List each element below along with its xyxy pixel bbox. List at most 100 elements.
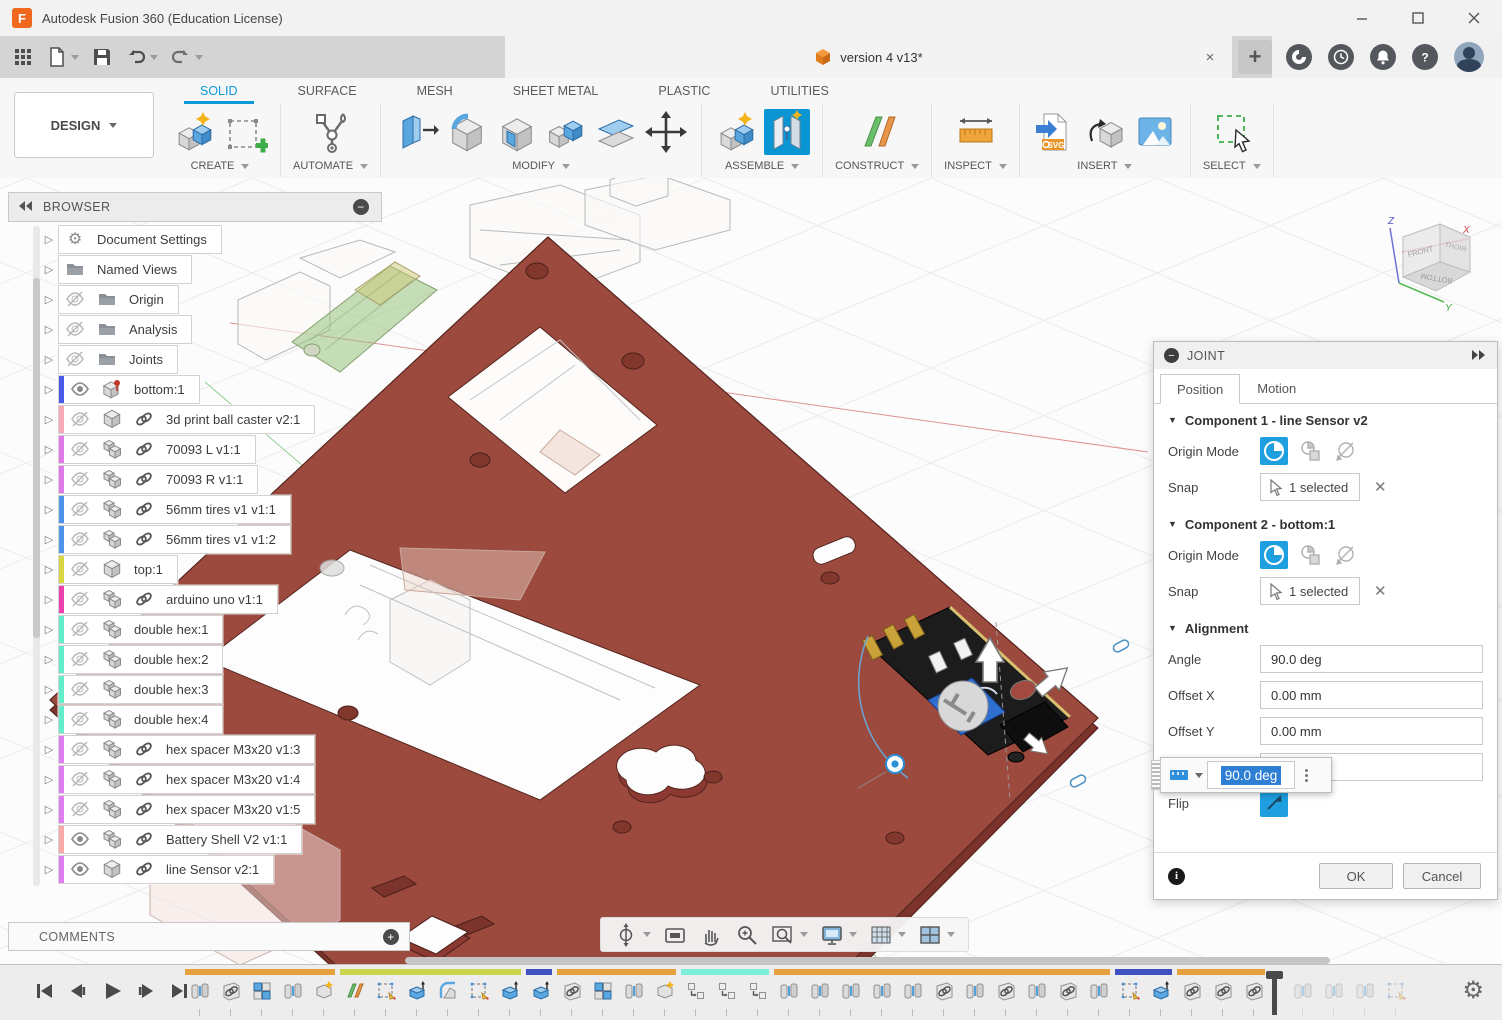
design-workspace-button[interactable]: DESIGN <box>14 92 154 158</box>
joint-feature-icon[interactable] <box>281 979 305 1003</box>
document-tab-close-icon[interactable]: × <box>1198 45 1222 69</box>
measure-button[interactable] <box>953 109 999 155</box>
link-feature-icon[interactable] <box>1242 979 1266 1003</box>
timeline-feature-newcomp[interactable] <box>650 965 681 1020</box>
browser-item-label[interactable]: hex spacer M3x20 v1:5 <box>160 802 300 817</box>
browser-item-analysis[interactable]: ▷ Analysis <box>40 314 192 344</box>
viewport[interactable]: FRONT RIGHT BOTTOM Z X Y BROWSER − ▷⚙Doc… <box>0 178 1502 965</box>
timeline-feature-joint[interactable] <box>774 965 805 1020</box>
link-feature-icon[interactable] <box>994 979 1018 1003</box>
browser-item-line-sensor-v2-1[interactable]: ▷line Sensor v2:1 <box>40 854 274 884</box>
browser-item-label[interactable]: 70093 L v1:1 <box>160 442 241 457</box>
visibility-eye-icon[interactable] <box>59 349 91 369</box>
press-pull-button[interactable] <box>393 109 439 155</box>
browser-item-label[interactable]: hex spacer M3x20 v1:4 <box>160 772 300 787</box>
browser-item-label[interactable]: double hex:3 <box>128 682 208 697</box>
expand-arrow-icon[interactable]: ▷ <box>40 593 58 606</box>
newcomp-feature-icon[interactable] <box>312 979 336 1003</box>
browser-item-label[interactable]: top:1 <box>128 562 163 577</box>
timeline-future-feature-joint[interactable] <box>1319 965 1350 1020</box>
create-sketch-button[interactable] <box>222 109 268 155</box>
timeline-feature-joint[interactable] <box>805 965 836 1020</box>
link-feature-icon[interactable] <box>1211 979 1235 1003</box>
joint-tab-position[interactable]: Position <box>1160 374 1240 404</box>
angle-input[interactable]: 90.0 deg <box>1260 645 1483 673</box>
section-collapse-icon[interactable]: ▼ <box>1168 415 1177 425</box>
joint-feature-icon[interactable] <box>1087 979 1111 1003</box>
add-comment-icon[interactable]: + <box>383 929 399 945</box>
insert-svg-button[interactable]: SVG <box>1032 109 1078 155</box>
new-component-button[interactable] <box>714 109 760 155</box>
browser-item-label[interactable]: 56mm tires v1 v1:1 <box>160 502 276 517</box>
expand-arrow-icon[interactable]: ▷ <box>40 563 58 576</box>
pattern-feature-icon[interactable] <box>684 979 708 1003</box>
browser-item-label[interactable]: bottom:1 <box>128 382 185 397</box>
viewports-tool[interactable] <box>913 920 960 950</box>
angle-dimension-icon[interactable] <box>1161 767 1207 783</box>
expand-arrow-icon[interactable]: ▷ <box>40 503 58 516</box>
timeline-settings-gear-icon[interactable]: ⚙ <box>1462 979 1484 1003</box>
link-feature-icon[interactable] <box>219 979 243 1003</box>
extrude-feature-icon[interactable] <box>405 979 429 1003</box>
visibility-eye-icon[interactable] <box>64 439 96 459</box>
close-button[interactable] <box>1446 0 1502 36</box>
snap-selection-field[interactable]: 1 selected <box>1260 577 1360 605</box>
timeline-feature-fillet[interactable] <box>433 965 464 1020</box>
timeline-feature-joint[interactable] <box>185 965 216 1020</box>
maximize-button[interactable] <box>1390 0 1446 36</box>
expand-arrow-icon[interactable]: ▷ <box>40 323 58 336</box>
assemble-menu[interactable]: ASSEMBLE <box>725 160 799 177</box>
timeline-future-feature-joint[interactable] <box>1350 965 1381 1020</box>
orbit-tool[interactable] <box>609 920 656 950</box>
offset-x-input[interactable]: 0.00 mm <box>1260 681 1483 709</box>
visibility-eye-icon[interactable] <box>64 709 96 729</box>
timeline-future-feature-joint[interactable] <box>1288 965 1319 1020</box>
timeline-playhead[interactable] <box>1272 971 1277 1015</box>
expand-arrow-icon[interactable]: ▷ <box>40 293 58 306</box>
zoom-tool[interactable] <box>730 920 764 950</box>
save-button[interactable] <box>85 42 119 72</box>
joint-feature-icon[interactable] <box>839 979 863 1003</box>
browser-item-label[interactable]: Analysis <box>123 322 177 337</box>
file-button[interactable] <box>40 42 85 72</box>
expand-arrow-icon[interactable]: ▷ <box>40 863 58 876</box>
expand-arrow-icon[interactable]: ▷ <box>40 713 58 726</box>
expand-arrow-icon[interactable]: ▷ <box>40 773 58 786</box>
expand-arrow-icon[interactable]: ▷ <box>40 413 58 426</box>
automate-button[interactable] <box>308 109 354 155</box>
browser-item-double-hex-1[interactable]: ▷double hex:1 <box>40 614 223 644</box>
timeline-feature-joint[interactable] <box>278 965 309 1020</box>
select-button[interactable] <box>1209 109 1255 155</box>
visibility-eye-icon[interactable] <box>64 679 96 699</box>
browser-item-hex-spacer-m3x20-v1-5[interactable]: ▷ hex spacer M3x20 v1:5 <box>40 794 315 824</box>
origin-mode-two-edges-button[interactable] <box>1332 541 1360 569</box>
visibility-eye-icon[interactable] <box>59 319 91 339</box>
pattern-feature-icon[interactable] <box>746 979 770 1003</box>
timeline-feature-joint[interactable] <box>1022 965 1053 1020</box>
document-tab[interactable]: version 4 v13* × <box>505 36 1232 78</box>
joint-feature-icon[interactable] <box>808 979 832 1003</box>
browser-item-origin[interactable]: ▷Origin <box>40 284 179 314</box>
browser-item-label[interactable]: Battery Shell V2 v1:1 <box>160 832 287 847</box>
expand-arrow-icon[interactable]: ▷ <box>40 803 58 816</box>
avatar-icon[interactable] <box>1454 42 1484 72</box>
info-icon[interactable]: i <box>1168 868 1185 885</box>
expand-arrow-icon[interactable]: ▷ <box>40 533 58 546</box>
timeline-feature-joint[interactable] <box>898 965 929 1020</box>
visibility-eye-icon[interactable] <box>64 829 96 849</box>
origin-mode-between-faces-button[interactable] <box>1296 541 1324 569</box>
browser-item-joints[interactable]: ▷Joints <box>40 344 178 374</box>
timeline-scrollbar[interactable] <box>405 957 1330 964</box>
visibility-eye-icon[interactable] <box>64 769 96 789</box>
joint-feature-icon[interactable] <box>622 979 646 1003</box>
browser-item-named-views[interactable]: ▷Named Views <box>40 254 192 284</box>
visibility-eye-icon[interactable] <box>64 589 96 609</box>
dialog-collapse-icon[interactable]: − <box>1164 348 1179 363</box>
joint-feature-icon[interactable] <box>777 979 801 1003</box>
timeline-feature-link[interactable] <box>1208 965 1239 1020</box>
clear-selection-icon[interactable]: ✕ <box>1374 478 1387 496</box>
visibility-eye-icon[interactable] <box>64 409 96 429</box>
expand-arrow-icon[interactable]: ▷ <box>40 443 58 456</box>
grid-display-tool[interactable] <box>864 920 911 950</box>
browser-item-hex-spacer-m3x20-v1-3[interactable]: ▷hex spacer M3x20 v1:3 <box>40 734 315 764</box>
